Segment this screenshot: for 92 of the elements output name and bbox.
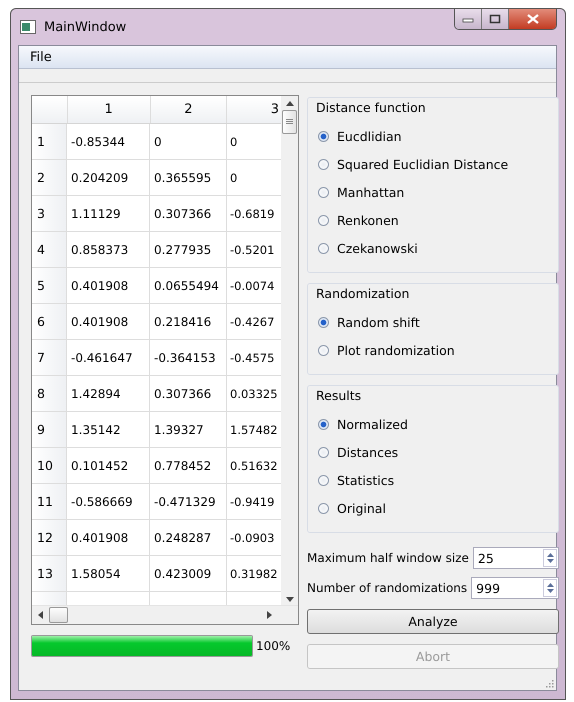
radio-label[interactable]: Plot randomization xyxy=(337,342,455,358)
left-arrow-icon[interactable] xyxy=(38,611,43,619)
radio-label[interactable]: Squared Euclidian Distance xyxy=(337,156,508,172)
scroll-thumb[interactable] xyxy=(49,607,68,623)
table-cell-text: -0.6819 xyxy=(229,206,276,222)
spin-arrows-icon[interactable] xyxy=(543,579,557,597)
table-cell-text: 0 xyxy=(229,170,238,186)
group-title: Results xyxy=(316,388,362,403)
table-cell-text: -0.5201 xyxy=(229,242,276,258)
table-cell: 0.218416 xyxy=(150,304,227,339)
maximize-icon xyxy=(489,14,501,24)
column-header[interactable]: 3 xyxy=(227,96,281,123)
spin-box[interactable]: 999 xyxy=(471,577,559,599)
table-cell-text: 0.03325 xyxy=(229,386,279,402)
group-title: Randomization xyxy=(316,286,410,301)
right-arrow-icon[interactable] xyxy=(267,611,272,619)
radio-button[interactable] xyxy=(318,130,329,142)
table-cell-text: -0.4267 xyxy=(229,314,276,330)
up-arrow-icon[interactable] xyxy=(286,101,294,106)
radio-button[interactable] xyxy=(318,158,329,170)
group-title: Distance function xyxy=(316,100,426,115)
radio-button[interactable] xyxy=(318,474,329,486)
field-label: Number of randomizations xyxy=(307,581,468,595)
table-cell: -0.85344 xyxy=(67,124,150,159)
table-cell: 1.11129 xyxy=(67,196,150,231)
radio-button[interactable] xyxy=(318,344,329,356)
radio-label[interactable]: Statistics xyxy=(337,472,394,488)
radio-label[interactable]: Eucdlidian xyxy=(337,128,402,144)
table-cell: 0.248287 xyxy=(150,520,227,555)
window-title: MainWindow xyxy=(44,20,126,34)
table-cell: -0.364153 xyxy=(150,340,227,375)
radio-button[interactable] xyxy=(318,186,329,198)
table-cell-text: 1.57482 xyxy=(229,422,279,438)
table-cell-text: -0.0074 xyxy=(229,278,276,294)
radio-label[interactable]: Distances xyxy=(337,444,398,460)
radio-button[interactable] xyxy=(318,418,329,430)
table-cell: 0.307366 xyxy=(150,376,227,411)
table-cell-text: 0 xyxy=(229,134,238,150)
table-cell: 0.778452 xyxy=(150,448,227,483)
table-cell: 0.277935 xyxy=(150,232,227,267)
table-cell: 0.858373 xyxy=(67,232,150,267)
table-cell: 0.0655494 xyxy=(150,268,227,303)
table-cell-text: 0.51632 xyxy=(229,458,279,474)
progress-reading: 100% xyxy=(256,639,290,653)
spin-arrows-icon[interactable] xyxy=(543,549,557,567)
close-icon xyxy=(526,14,540,24)
radio-button[interactable] xyxy=(318,502,329,514)
maximize-button[interactable] xyxy=(482,9,509,29)
horizontal-scrollbar[interactable] xyxy=(32,605,298,624)
radio-label[interactable]: Czekanowski xyxy=(337,240,418,256)
radio-label[interactable]: Manhattan xyxy=(337,184,404,200)
push-button[interactable]: Analyze xyxy=(307,609,559,634)
table-cell: 1.35142 xyxy=(67,412,150,447)
window-icon xyxy=(20,20,36,34)
radio-button[interactable] xyxy=(318,316,329,328)
table-cell: 0.204209 xyxy=(67,160,150,195)
table-cell: -0.586669 xyxy=(67,484,150,519)
minimize-button[interactable] xyxy=(455,9,482,29)
table-cell: 0 xyxy=(150,124,227,159)
table-cell: 1.39327 xyxy=(150,412,227,447)
radio-label[interactable]: Normalized xyxy=(337,416,408,432)
table-cell: -0.461647 xyxy=(67,340,150,375)
table-cell-text: -0.4575 xyxy=(229,350,276,366)
table-cell: 0.101452 xyxy=(67,448,150,483)
vertical-scrollbar[interactable] xyxy=(281,96,298,605)
column-header[interactable]: 2 xyxy=(150,96,228,123)
table-cell-text: 0.31982 xyxy=(229,566,279,582)
table-cell: -0.471329 xyxy=(150,484,227,519)
table-cell: 0.401908 xyxy=(67,304,150,339)
table-cell: 0.401908 xyxy=(67,268,150,303)
menu-item[interactable]: File xyxy=(27,50,55,64)
column-header[interactable]: 1 xyxy=(68,96,151,123)
radio-button[interactable] xyxy=(318,242,329,254)
table-cell: 1.58054 xyxy=(67,556,150,591)
close-button[interactable] xyxy=(509,9,556,29)
scroll-thumb[interactable] xyxy=(282,110,297,134)
spin-box[interactable]: 25 xyxy=(472,547,559,569)
resize-grip[interactable] xyxy=(545,679,554,688)
table-cell: 1.42894 xyxy=(67,376,150,411)
radio-button[interactable] xyxy=(318,214,329,226)
radio-label[interactable]: Original xyxy=(337,500,386,516)
table-cell: 0.365595 xyxy=(150,160,227,195)
table-cell: 0.401908 xyxy=(67,520,150,555)
down-arrow-icon[interactable] xyxy=(286,597,294,602)
table-cell: 0.423009 xyxy=(150,556,227,591)
field-label: Maximum half window size xyxy=(307,551,470,565)
radio-label[interactable]: Renkonen xyxy=(337,212,399,228)
table-cell-text: -0.0903 xyxy=(229,530,276,546)
radio-button[interactable] xyxy=(318,446,329,458)
radio-label[interactable]: Random shift xyxy=(337,314,420,330)
table-cell: 0.307366 xyxy=(150,196,227,231)
table-cell-text: -0.9419 xyxy=(229,494,276,510)
